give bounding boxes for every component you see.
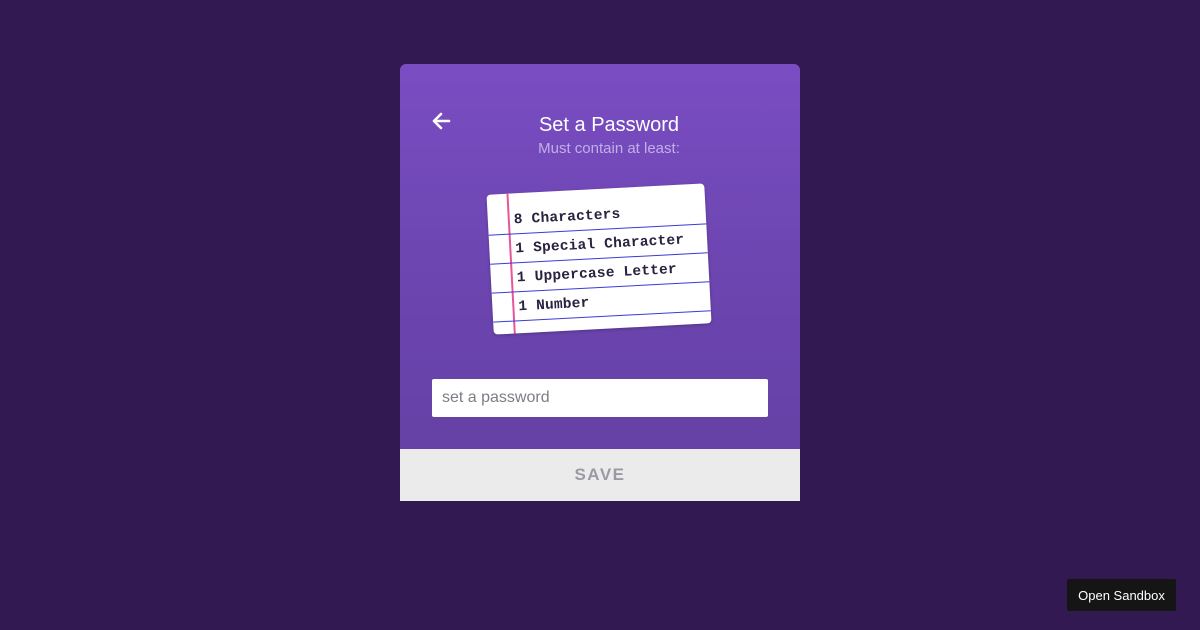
requirement-item: 1 Uppercase Letter (516, 261, 678, 287)
password-input[interactable] (432, 379, 768, 417)
page-subtitle: Must contain at least: (538, 140, 680, 157)
page-title: Set a Password (538, 114, 680, 136)
requirement-item: 1 Special Character (514, 232, 685, 258)
open-sandbox-button[interactable]: Open Sandbox (1067, 579, 1176, 611)
password-card: Set a Password Must contain at least: 8 … (400, 64, 800, 501)
requirement-item: 8 Characters (513, 206, 621, 229)
requirements-note: 8 Characters 1 Special Character 1 Upper… (486, 183, 712, 335)
save-button[interactable]: SAVE (400, 449, 800, 501)
requirement-item: 1 Number (517, 295, 590, 316)
